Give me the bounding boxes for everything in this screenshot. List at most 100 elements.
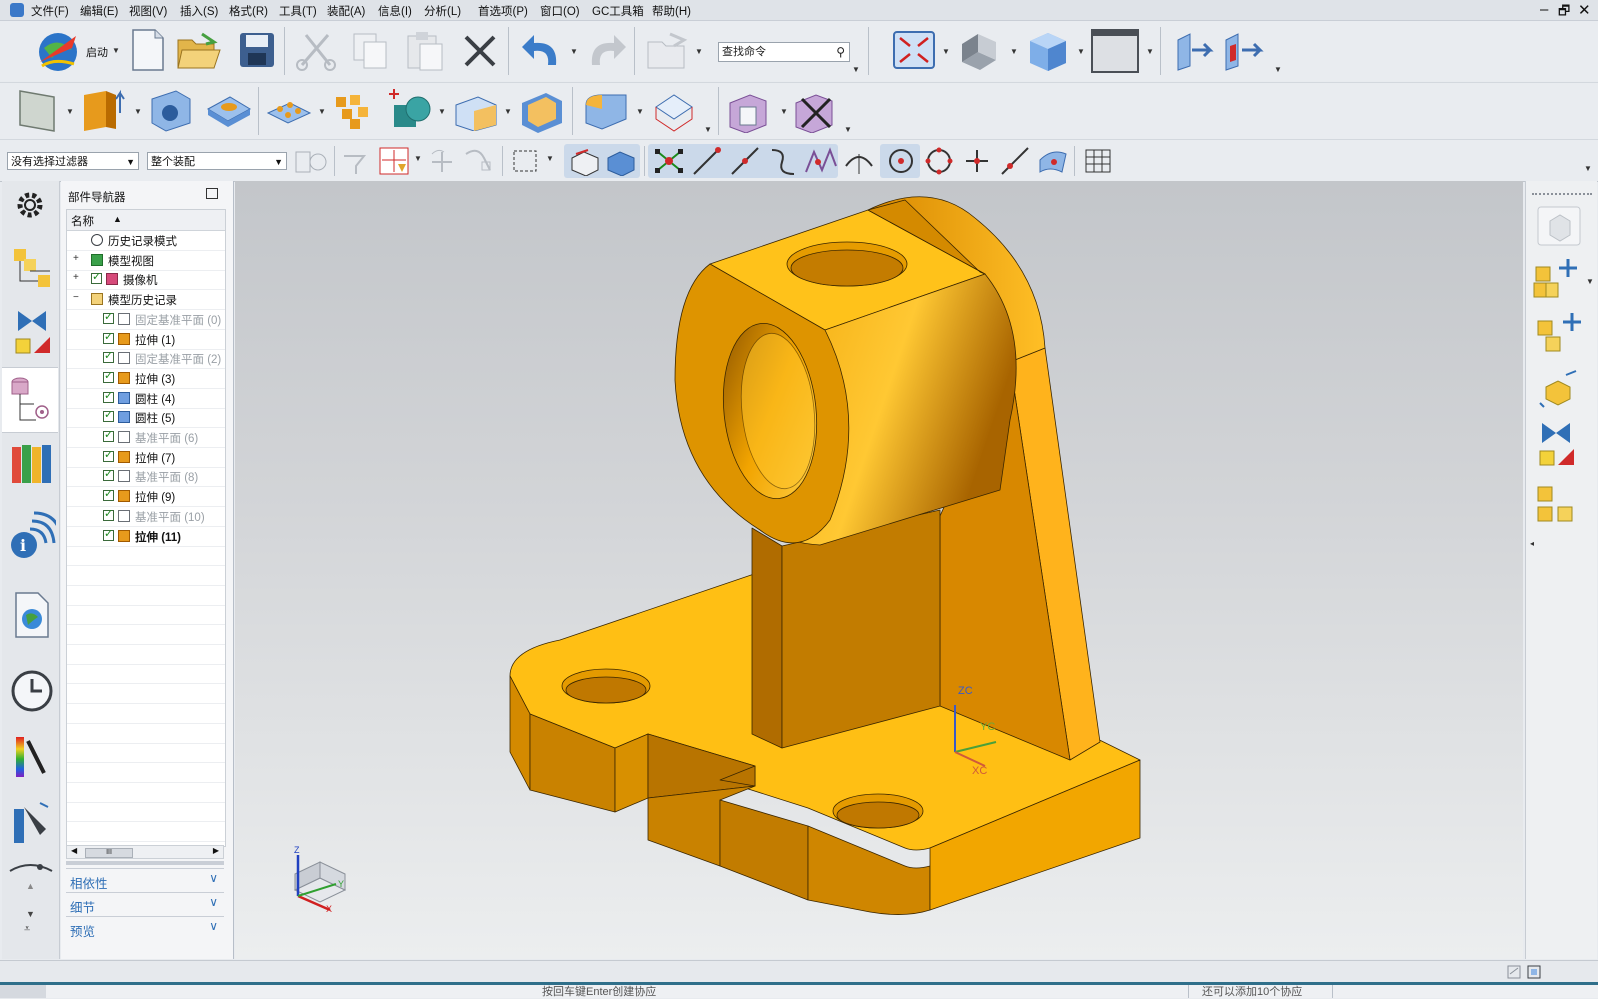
undo-icon[interactable] — [518, 31, 564, 71]
tree-node[interactable]: 固定基准平面 (2) — [67, 348, 225, 370]
scroll-thumb[interactable]: III — [85, 848, 133, 858]
component-array-icon[interactable] — [1534, 483, 1586, 529]
sort-ascending-icon[interactable]: ▲ — [113, 214, 122, 224]
expand-toggle-icon[interactable]: − — [73, 292, 79, 303]
expand-toggle-icon[interactable]: + — [73, 272, 79, 283]
add-component-icon[interactable] — [1532, 257, 1588, 303]
assembly-navigator-icon[interactable] — [10, 245, 54, 289]
cut-icon[interactable] — [294, 29, 338, 71]
menu-window[interactable]: 窗口(O) — [540, 3, 580, 19]
intersection-point-icon[interactable] — [804, 146, 838, 176]
point-on-face-icon[interactable] — [1036, 146, 1070, 176]
minimize-button[interactable]: – — [1540, 1, 1548, 18]
scroll-down-arrow[interactable]: ▼ — [26, 909, 35, 919]
menu-format[interactable]: 格式(R) — [229, 3, 268, 19]
tree-node[interactable]: 基准平面 (6) — [67, 427, 225, 448]
scroll-right-arrow[interactable]: ▶ — [213, 846, 219, 855]
selection-filter-dropdown[interactable]: 没有选择过滤器 ▼ — [7, 152, 139, 170]
fullscreen-icon[interactable] — [1526, 964, 1542, 980]
menu-insert[interactable]: 插入(S) — [180, 3, 218, 19]
menu-assembly[interactable]: 装配(A) — [327, 3, 365, 19]
tree-node[interactable]: 基准平面 (10) — [67, 506, 225, 527]
enable-snap-point-icon[interactable] — [652, 146, 686, 176]
menu-view[interactable]: 视图(V) — [129, 3, 167, 19]
end-point-icon[interactable] — [690, 146, 724, 176]
web-browser-icon[interactable] — [12, 591, 52, 639]
column-header[interactable]: 名称 ▲ — [67, 210, 225, 231]
existing-point-icon[interactable] — [960, 146, 994, 176]
tree-node[interactable]: 拉伸 (1) — [67, 329, 225, 350]
visibility-checkbox[interactable] — [103, 527, 114, 541]
copy-icon[interactable] — [350, 30, 392, 72]
tree-node[interactable]: 圆柱 (4) — [67, 388, 225, 409]
visibility-checkbox[interactable] — [103, 428, 114, 442]
details-section[interactable]: 细节 ∨ — [66, 892, 224, 915]
menu-tools[interactable]: 工具(T) — [279, 3, 317, 19]
quadrant-point-icon[interactable] — [922, 146, 956, 176]
orient-view-icon[interactable] — [1024, 29, 1072, 73]
center-point-icon[interactable] — [884, 146, 918, 176]
assembly-component-icon[interactable] — [726, 89, 774, 133]
paste-icon[interactable] — [404, 30, 446, 72]
new-component-icon[interactable] — [1534, 311, 1584, 355]
menu-analysis[interactable]: 分析(L) — [424, 3, 461, 19]
edge-blend-icon[interactable] — [582, 89, 630, 133]
mid-point-icon[interactable] — [728, 146, 762, 176]
grid-icon[interactable] — [1082, 146, 1116, 176]
visibility-checkbox[interactable] — [103, 507, 114, 521]
add-component-greyed-icon[interactable] — [1536, 205, 1582, 247]
more-arrow[interactable]: ⩡ — [24, 923, 30, 936]
selection-status-icon[interactable] — [1506, 964, 1522, 980]
point-on-curve-icon[interactable] — [998, 146, 1032, 176]
visibility-checkbox[interactable] — [103, 369, 114, 383]
menu-help[interactable]: 帮助(H) — [652, 3, 691, 19]
menu-information[interactable]: 信息(I) — [378, 3, 412, 19]
tree-node[interactable]: + 模型视图 — [67, 250, 225, 271]
command-finder-input[interactable]: 查找命令 ⚲ — [718, 42, 850, 62]
menu-gc-toolbox[interactable]: GC工具箱 — [592, 3, 644, 19]
trace-point-icon[interactable] — [462, 146, 494, 176]
tree-node[interactable]: 拉伸 (11) — [67, 526, 225, 547]
rectangle-select-icon[interactable] — [510, 147, 540, 175]
cue-tab[interactable] — [0, 985, 46, 998]
rotate-point-icon[interactable] — [426, 146, 458, 176]
constraint-navigator-icon[interactable] — [12, 307, 54, 357]
section-view-icon[interactable] — [1172, 30, 1216, 72]
sketch-icon[interactable] — [16, 87, 60, 135]
maximize-panel-icon[interactable] — [206, 188, 218, 199]
arc-center-icon[interactable] — [842, 146, 876, 176]
redo-icon[interactable] — [584, 31, 630, 71]
visibility-checkbox[interactable] — [103, 310, 114, 324]
selection-scope-dropdown[interactable]: 整个装配 ▼ — [147, 152, 287, 170]
horizontal-scrollbar[interactable]: ◀ III ▶ — [66, 845, 224, 859]
visibility-checkbox[interactable] — [103, 448, 114, 462]
visibility-checkbox[interactable] — [103, 389, 114, 403]
pattern-geometry-icon[interactable] — [330, 91, 378, 131]
tree-node[interactable]: 基准平面 (8) — [67, 466, 225, 488]
visibility-checkbox[interactable] — [91, 270, 102, 285]
repeat-command-icon[interactable] — [644, 30, 690, 72]
gear-icon[interactable] — [12, 187, 48, 223]
snap-filter-icon[interactable] — [340, 146, 372, 176]
select-body-icon[interactable] — [568, 146, 602, 176]
expand-toggle-icon[interactable]: + — [73, 253, 79, 264]
assembly-constraints-icon[interactable] — [1536, 419, 1582, 469]
save-icon[interactable] — [238, 31, 276, 69]
history-clock-icon[interactable] — [10, 669, 54, 713]
process-studio-icon[interactable] — [10, 799, 54, 847]
app-icon[interactable] — [10, 3, 24, 17]
background-icon[interactable] — [1090, 28, 1140, 74]
visibility-checkbox[interactable] — [103, 467, 114, 482]
tree-node[interactable]: 固定基准平面 (0) — [67, 309, 225, 330]
chamfer-icon[interactable] — [650, 89, 698, 133]
visibility-checkbox[interactable] — [103, 349, 114, 364]
edit-section-icon[interactable] — [1220, 30, 1266, 72]
shell-icon[interactable] — [518, 89, 566, 133]
visibility-checkbox[interactable] — [103, 487, 114, 502]
type-filter-icon[interactable] — [294, 148, 328, 176]
reuse-library-icon[interactable] — [8, 439, 56, 487]
open-folder-icon[interactable] — [176, 30, 222, 72]
menu-edit[interactable]: 编辑(E) — [80, 3, 118, 19]
search-icon[interactable]: ⚲ — [836, 43, 845, 61]
extrude-feature-icon[interactable] — [80, 87, 128, 133]
